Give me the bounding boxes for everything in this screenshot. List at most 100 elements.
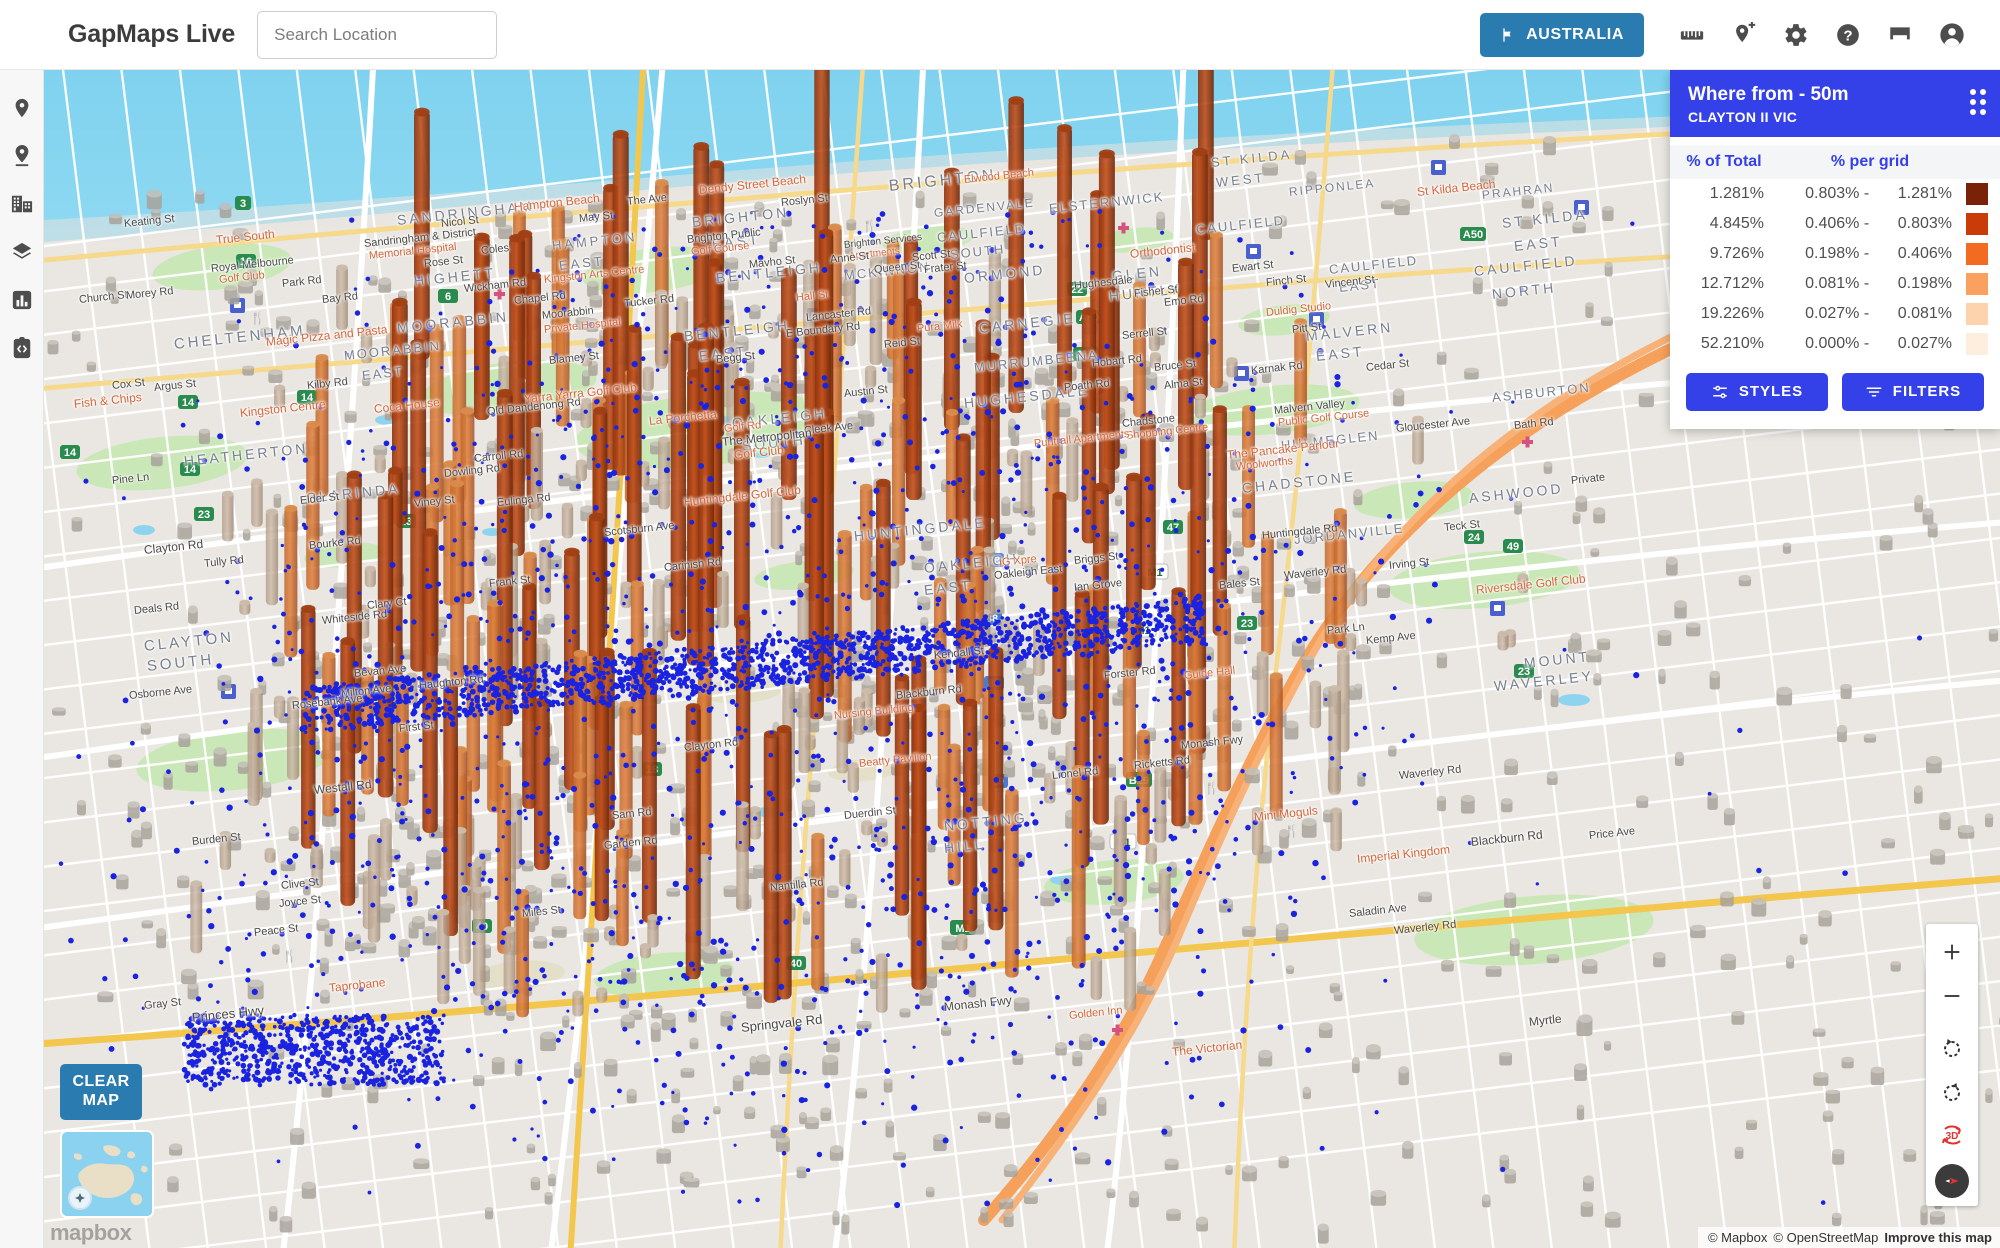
data-column[interactable] xyxy=(844,263,856,346)
data-column[interactable] xyxy=(671,333,686,641)
data-column[interactable] xyxy=(265,848,276,863)
data-column[interactable] xyxy=(1192,148,1208,400)
data-column[interactable] xyxy=(562,503,573,539)
data-column[interactable] xyxy=(274,696,285,719)
data-column[interactable] xyxy=(1159,868,1171,936)
data-column[interactable] xyxy=(1066,417,1078,501)
data-column[interactable] xyxy=(983,546,995,616)
data-column[interactable] xyxy=(1270,672,1283,817)
data-column[interactable] xyxy=(1497,631,1508,651)
data-column[interactable] xyxy=(306,421,319,590)
data-column[interactable] xyxy=(1114,795,1126,907)
data-column[interactable] xyxy=(860,484,873,601)
data-column[interactable] xyxy=(771,492,783,550)
data-column[interactable] xyxy=(450,480,464,687)
data-column[interactable] xyxy=(1356,578,1367,607)
data-column[interactable] xyxy=(1052,492,1066,719)
data-column[interactable] xyxy=(798,687,810,773)
data-column[interactable] xyxy=(220,831,231,870)
data-column[interactable] xyxy=(361,326,372,363)
data-column[interactable] xyxy=(870,255,882,365)
data-column[interactable] xyxy=(378,491,393,798)
data-column[interactable] xyxy=(717,571,729,628)
data-column[interactable] xyxy=(1140,413,1156,590)
data-column[interactable] xyxy=(368,834,380,942)
data-column[interactable] xyxy=(848,762,859,793)
data-column[interactable] xyxy=(865,365,876,388)
data-column[interactable] xyxy=(573,772,586,920)
data-column[interactable] xyxy=(686,703,701,979)
data-column[interactable] xyxy=(1294,318,1307,447)
data-column[interactable] xyxy=(380,818,392,880)
data-column[interactable] xyxy=(698,323,714,667)
data-column[interactable] xyxy=(911,704,926,990)
data-column[interactable] xyxy=(736,801,748,911)
data-column[interactable] xyxy=(375,454,386,473)
data-column[interactable] xyxy=(861,820,872,835)
data-column[interactable] xyxy=(1412,416,1424,465)
data-column[interactable] xyxy=(647,914,658,947)
data-column[interactable] xyxy=(944,168,960,430)
data-column[interactable] xyxy=(222,491,234,542)
data-column[interactable] xyxy=(1242,405,1255,548)
data-column[interactable] xyxy=(239,600,250,615)
data-column[interactable] xyxy=(572,990,583,1016)
data-column[interactable] xyxy=(632,746,643,779)
data-column[interactable] xyxy=(1345,633,1356,651)
data-column[interactable] xyxy=(248,721,260,806)
data-column[interactable] xyxy=(1517,573,1528,593)
data-column[interactable] xyxy=(287,696,299,780)
data-column[interactable] xyxy=(504,926,516,994)
data-column[interactable] xyxy=(1334,508,1347,649)
data-column[interactable] xyxy=(892,397,905,566)
data-column[interactable] xyxy=(734,378,750,630)
data-column[interactable] xyxy=(190,880,202,953)
data-column[interactable] xyxy=(274,385,285,409)
data-column[interactable] xyxy=(895,674,909,916)
data-column[interactable] xyxy=(837,714,849,773)
data-column[interactable] xyxy=(459,885,471,964)
data-column[interactable] xyxy=(596,987,607,1002)
data-column[interactable] xyxy=(839,849,850,887)
data-column[interactable] xyxy=(893,268,906,403)
data-column[interactable] xyxy=(643,367,654,391)
data-column[interactable] xyxy=(988,647,1003,931)
data-column[interactable] xyxy=(1008,96,1024,413)
data-column[interactable] xyxy=(876,479,891,737)
data-column[interactable] xyxy=(595,694,609,921)
data-column[interactable] xyxy=(531,427,543,521)
data-column[interactable] xyxy=(640,943,651,958)
data-column[interactable] xyxy=(576,459,587,481)
data-column[interactable] xyxy=(1124,927,1136,1011)
data-column[interactable] xyxy=(1146,843,1157,865)
data-column[interactable] xyxy=(414,108,430,360)
data-column[interactable] xyxy=(750,806,761,839)
data-column[interactable] xyxy=(854,697,865,735)
data-column[interactable] xyxy=(1150,352,1161,369)
data-column[interactable] xyxy=(251,478,263,526)
data-column[interactable] xyxy=(1310,681,1321,729)
data-column[interactable] xyxy=(581,350,592,366)
data-column[interactable] xyxy=(497,759,511,953)
data-column[interactable] xyxy=(655,289,667,369)
data-column[interactable] xyxy=(322,652,335,817)
data-column[interactable] xyxy=(811,833,824,991)
data-column[interactable] xyxy=(1226,357,1237,377)
data-column[interactable] xyxy=(473,887,485,996)
data-column[interactable] xyxy=(934,577,947,693)
data-column[interactable] xyxy=(365,566,376,588)
data-column[interactable] xyxy=(1195,394,1206,419)
data-column[interactable] xyxy=(336,264,348,330)
data-column[interactable] xyxy=(1093,483,1109,825)
data-column[interactable] xyxy=(1021,450,1033,517)
data-column[interactable] xyxy=(906,298,922,500)
data-column[interactable] xyxy=(266,509,278,606)
data-column[interactable] xyxy=(556,238,570,426)
data-column[interactable] xyxy=(474,233,490,420)
data-column[interactable] xyxy=(1133,281,1146,417)
data-column[interactable] xyxy=(1330,807,1341,851)
data-column[interactable] xyxy=(956,934,967,951)
data-column[interactable] xyxy=(876,953,888,1012)
data-column[interactable] xyxy=(340,637,355,906)
data-column[interactable] xyxy=(1091,956,1102,1000)
